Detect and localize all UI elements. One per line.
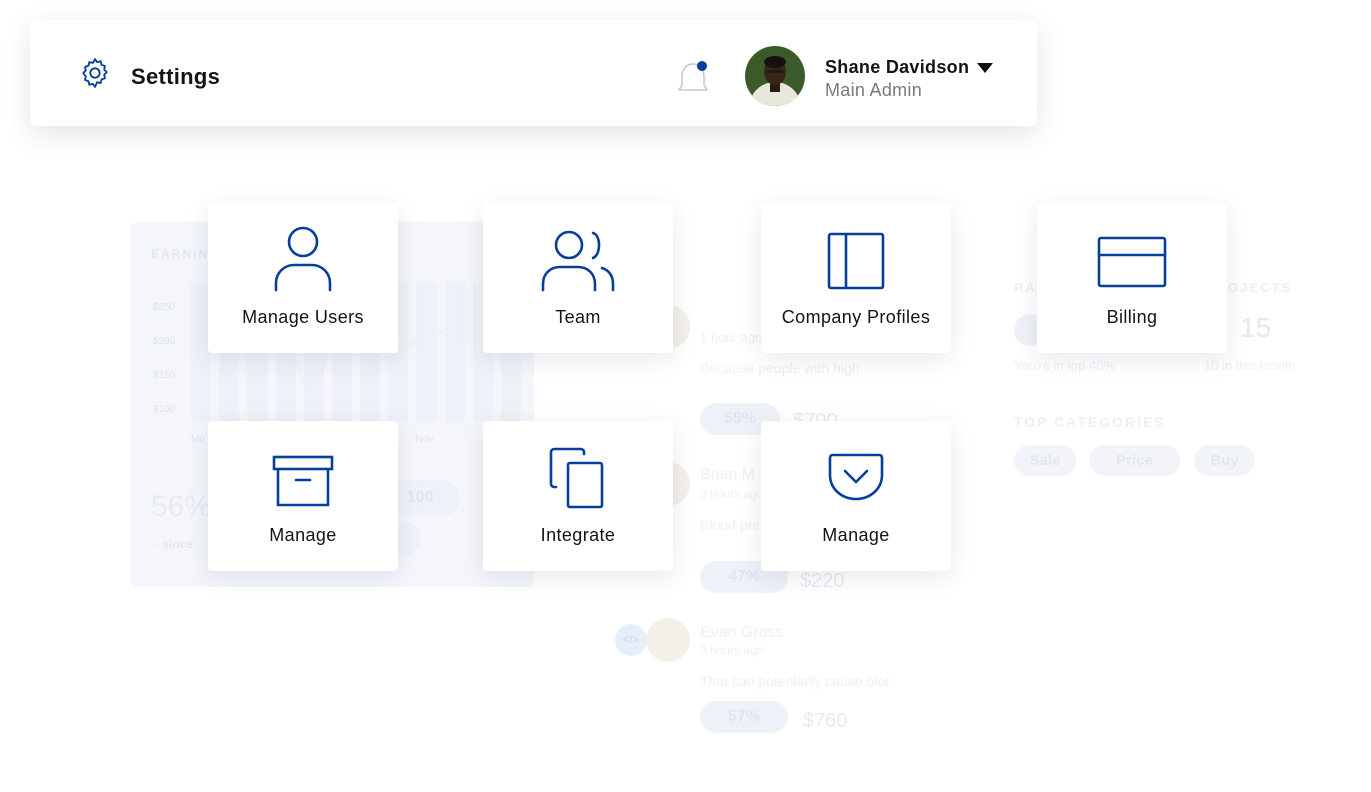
pocket-icon bbox=[828, 453, 884, 501]
sidebar-layout-icon bbox=[827, 232, 885, 290]
bell-icon[interactable] bbox=[675, 58, 711, 98]
tile-team[interactable]: Team bbox=[483, 203, 673, 353]
activity-avatar bbox=[646, 618, 690, 662]
activity-time: 1 hour ago bbox=[700, 330, 763, 345]
projects-title: OJECTS bbox=[1228, 280, 1293, 295]
earnings-tick: $200 bbox=[153, 336, 176, 347]
gear-icon[interactable] bbox=[78, 56, 112, 90]
user-name[interactable]: Shane Davidson bbox=[825, 57, 969, 78]
tile-company-profiles[interactable]: Company Profiles bbox=[761, 203, 951, 353]
activity-name: Evan Gross bbox=[700, 624, 784, 641]
user-icon bbox=[274, 226, 332, 292]
activity-price: $760 bbox=[803, 710, 848, 732]
earnings-tick: $150 bbox=[153, 370, 176, 381]
rank-sub: You're in top 40% bbox=[1014, 358, 1116, 373]
tile-billing[interactable]: Billing bbox=[1037, 203, 1227, 353]
earnings-sub: -- since bbox=[151, 537, 194, 551]
tile-manage-pocket[interactable]: Manage bbox=[761, 421, 951, 571]
tile-manage-users[interactable]: Manage Users bbox=[208, 203, 398, 353]
projects-value: 15 bbox=[1240, 312, 1272, 343]
notification-dot bbox=[697, 61, 707, 71]
archive-box-icon bbox=[272, 455, 334, 507]
rank-title: RA bbox=[1014, 280, 1037, 295]
credit-card-icon bbox=[1097, 236, 1167, 288]
copy-icon bbox=[549, 447, 604, 509]
earnings-tick: $100 bbox=[153, 404, 176, 415]
tile-label: Integrate bbox=[540, 525, 616, 545]
categories-title: TOP CATEGORIES bbox=[1014, 414, 1166, 430]
code-icon: </> bbox=[615, 624, 647, 656]
users-icon bbox=[541, 230, 615, 292]
page-title: Settings bbox=[131, 64, 221, 89]
tile-label: Team bbox=[555, 307, 601, 327]
tile-label: Company Profiles bbox=[781, 307, 931, 327]
tile-label: Manage bbox=[269, 525, 337, 545]
category-pill: Buy bbox=[1194, 445, 1255, 476]
activity-time: 3 hours ago bbox=[700, 643, 764, 657]
earnings-percent: 56% bbox=[151, 490, 212, 523]
activity-text: Because people with high bbox=[700, 360, 860, 376]
activity-price: $220 bbox=[800, 570, 845, 592]
activity-time: 3 hours ago bbox=[700, 487, 764, 501]
activity-text: Blood pre bbox=[700, 517, 760, 533]
tile-integrate[interactable]: Integrate bbox=[483, 421, 673, 571]
category-pill: Sale bbox=[1014, 445, 1076, 476]
earnings-axis-ticks: $250 $200 $150 $100 bbox=[153, 302, 175, 438]
category-pill: Price bbox=[1089, 445, 1180, 476]
settings-header: Settings Shane Davidson Main Admin bbox=[30, 20, 1037, 126]
tile-manage-archive[interactable]: Manage bbox=[208, 421, 398, 571]
user-role: Main Admin bbox=[825, 80, 923, 100]
tile-label: Manage Users bbox=[242, 307, 364, 327]
caret-down-icon[interactable] bbox=[975, 58, 995, 76]
activity-name: Brian M bbox=[700, 466, 756, 483]
tile-label: Billing bbox=[1106, 307, 1158, 327]
projects-sub: 10 in this month bbox=[1204, 358, 1296, 373]
tile-label: Manage bbox=[822, 525, 890, 545]
activity-percent: 57% bbox=[700, 701, 788, 733]
avatar[interactable] bbox=[745, 46, 805, 106]
activity-text: That can potentially cause blot bbox=[700, 673, 890, 689]
earnings-tick: $250 bbox=[153, 302, 176, 313]
